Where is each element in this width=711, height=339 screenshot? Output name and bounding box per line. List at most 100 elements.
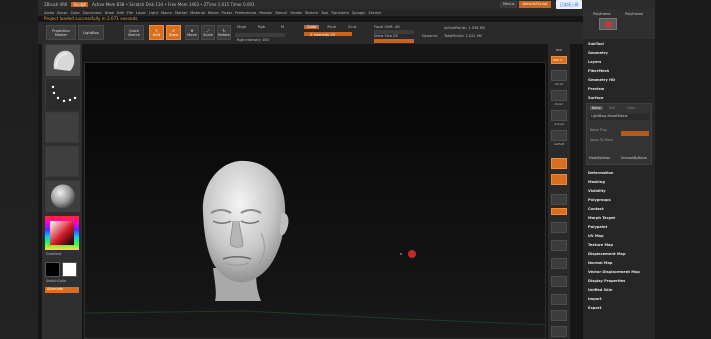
palette-import[interactable]: Import (588, 297, 602, 301)
apply-to-mesh-button[interactable]: Apply To Mesh (590, 138, 613, 142)
menu-transform[interactable]: Transform (331, 11, 349, 15)
palette-polypaint[interactable]: Polypaint (588, 225, 607, 229)
menu-document[interactable]: Document (83, 11, 102, 15)
clear-tab[interactable]: Clear (627, 106, 635, 110)
palette-uv-map[interactable]: UV Map (588, 234, 604, 238)
noise-plug-slider[interactable] (621, 131, 649, 136)
bpr-button[interactable]: BPR (549, 48, 569, 52)
alternate-button[interactable]: Alternate (45, 287, 79, 293)
palette-displacement-map[interactable]: Displacement Map (588, 252, 625, 256)
color-picker[interactable] (45, 216, 79, 250)
actual-button[interactable] (551, 110, 567, 121)
palette-deformation[interactable]: Deformation (588, 171, 613, 175)
m-toggle[interactable]: M (281, 25, 284, 29)
mask-by-noise-button[interactable]: MaskByNoise (589, 156, 610, 160)
polyframe-button[interactable] (551, 310, 567, 321)
palette-surface[interactable]: Surface (588, 96, 603, 100)
menu-zscript[interactable]: Zscript (368, 11, 380, 15)
palette-morph-target[interactable]: Morph Target (588, 216, 615, 220)
scroll-button[interactable] (551, 70, 567, 81)
subtool-thumbnail[interactable] (599, 18, 617, 30)
zsub-toggle[interactable]: Zsub (327, 25, 336, 29)
palette-geometry-hd[interactable]: Geometry HD (588, 78, 615, 82)
palette-unified-skin[interactable]: Unified Skin (588, 288, 612, 292)
menu-marker[interactable]: Marker (175, 11, 187, 15)
material-thumbnail[interactable] (45, 180, 80, 212)
unmask-by-noise-button[interactable]: UnmaskByNoise (621, 156, 647, 160)
palette-export[interactable]: Export (588, 306, 601, 310)
palette-normal-map[interactable]: Normal Map (588, 261, 612, 265)
menu-layer[interactable]: Layer (136, 11, 146, 15)
menu-color[interactable]: Color (71, 11, 80, 15)
palette-geometry[interactable]: Geometry (588, 51, 608, 55)
aahalf-button[interactable] (551, 130, 567, 141)
dynamic-toggle[interactable]: Dynamic (422, 34, 438, 38)
menu-movie[interactable]: Movie (208, 11, 219, 15)
texture-thumbnail[interactable] (45, 146, 79, 177)
palette-polygroups[interactable]: Polygroups (588, 198, 611, 202)
draw-button[interactable]: ✐ Draw (166, 25, 181, 40)
menu-stencil[interactable]: Stencil (275, 11, 287, 15)
lightbox-button[interactable]: LightBox (78, 25, 104, 40)
palette-contact[interactable]: Contact (588, 207, 604, 211)
spix-button[interactable]: SPix 3 (551, 56, 567, 64)
move-view-button[interactable] (551, 258, 567, 269)
menu-texture[interactable]: Texture (305, 11, 318, 15)
noise-tab[interactable]: Noise (590, 106, 603, 110)
edit-button[interactable]: ✎ Edit (149, 25, 164, 40)
menu-render[interactable]: Render (259, 11, 272, 15)
menu-macro[interactable]: Macro (161, 11, 172, 15)
menu-zplugin[interactable]: Zplugin (352, 11, 366, 15)
floor-button[interactable] (551, 174, 567, 185)
stroke-thumbnail[interactable] (45, 78, 80, 110)
menu-alpha[interactable]: Alpha (44, 11, 54, 15)
gxyz-button[interactable] (551, 222, 567, 233)
menu-picker[interactable]: Picker (222, 11, 233, 15)
zcut-toggle[interactable]: Zcut (348, 25, 356, 29)
frame-button[interactable] (551, 240, 567, 251)
rotate-view-button[interactable] (551, 294, 567, 305)
menu-draw[interactable]: Draw (105, 11, 114, 15)
lightbox-noisemakers-button[interactable]: LightBox▸ NoiseMakers (589, 114, 649, 120)
quick-sketch-button[interactable]: Quick Sketch (124, 25, 144, 40)
palette-visibility[interactable]: Visibility (588, 189, 606, 193)
connect-badge[interactable]: 已连接上网 (556, 0, 582, 9)
palette-masking[interactable]: Masking (588, 180, 605, 184)
lsym-button[interactable] (551, 208, 567, 215)
primary-color-swatch[interactable] (62, 262, 77, 277)
switch-color-button[interactable]: SwitchColor (46, 279, 67, 283)
transp-button[interactable] (551, 326, 567, 337)
alpha-thumbnail[interactable] (45, 112, 79, 143)
menu-material[interactable]: Material (190, 11, 205, 15)
menu-edit[interactable]: Edit (117, 11, 124, 15)
edit-tab[interactable]: Edit (609, 106, 615, 110)
persp-button[interactable] (551, 158, 567, 169)
menu-light[interactable]: Light (149, 11, 158, 15)
palette-subtool[interactable]: SubTool (588, 42, 604, 46)
menu-stroke[interactable]: Stroke (290, 11, 301, 15)
zoom-button[interactable] (551, 90, 567, 101)
secondary-color-swatch[interactable] (45, 262, 60, 277)
sculpt-head-model[interactable] (202, 160, 289, 301)
scale-view-button[interactable] (551, 276, 567, 287)
move-button[interactable]: ✥ Move (185, 25, 199, 40)
brush-thumbnail[interactable] (45, 44, 80, 76)
palette-preview[interactable]: Preview (588, 87, 604, 91)
zadd-toggle[interactable]: Zadd (304, 25, 320, 29)
palette-fibermesh[interactable]: FiberMesh (588, 69, 609, 73)
rgb-intensity-slider[interactable] (235, 33, 285, 37)
palette-vector-displacement-map[interactable]: Vector Displacement Map (588, 270, 640, 274)
document-canvas[interactable] (84, 62, 548, 339)
menu-file[interactable]: File (127, 11, 133, 15)
menu-brush[interactable]: Brush (57, 11, 67, 15)
mrgb-toggle[interactable]: Mrgb (237, 25, 246, 29)
projection-master-button[interactable]: Projection Master (46, 25, 76, 40)
local-button[interactable] (551, 194, 567, 205)
menu-tool[interactable]: Tool (321, 11, 328, 15)
mode-badge[interactable]: Sculpt (71, 2, 88, 7)
draw-size-slider[interactable] (374, 39, 414, 43)
rgb-toggle[interactable]: Rgb (258, 25, 265, 29)
scale-button[interactable]: ⤢ Scale (201, 25, 215, 40)
menus-button[interactable]: Menus (500, 1, 518, 8)
palette-layers[interactable]: Layers (588, 60, 601, 64)
